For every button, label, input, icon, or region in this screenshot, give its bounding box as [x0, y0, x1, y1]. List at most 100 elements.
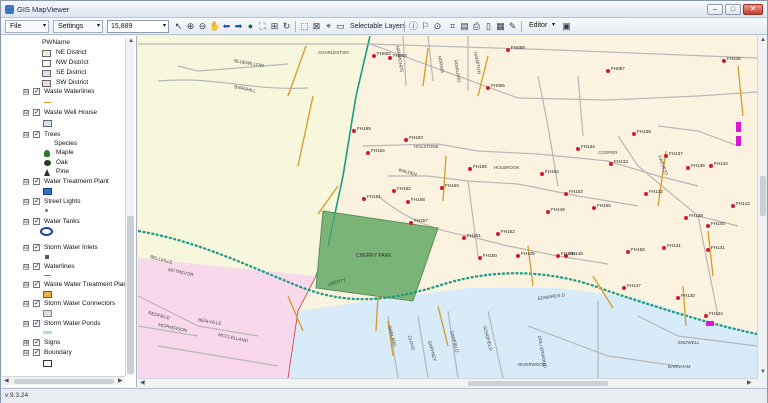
fire-hydrant-marker[interactable] — [686, 166, 690, 170]
print-icon[interactable]: ⎙ — [471, 21, 482, 32]
fire-hydrant-marker[interactable] — [632, 132, 636, 136]
layer-label-waterlines[interactable]: Waterlines — [44, 262, 74, 272]
map-horizontal-scrollbar[interactable]: ◀ ▶ — [138, 378, 757, 387]
layer-checkbox[interactable]: ✓ — [33, 320, 40, 327]
fire-hydrant-marker[interactable] — [409, 221, 413, 225]
fire-hydrant-marker[interactable] — [622, 286, 626, 290]
layer-checkbox[interactable]: ✓ — [33, 131, 40, 138]
expand-toggle[interactable]: ⊟ — [23, 199, 29, 205]
scroll-left-icon[interactable]: ◀ — [140, 380, 145, 387]
fire-hydrant-marker[interactable] — [684, 216, 688, 220]
back-arrow-icon[interactable]: ⬅ — [221, 21, 232, 32]
zoom-out-icon[interactable]: ⊖ — [197, 21, 208, 32]
fire-hydrant-marker[interactable] — [404, 138, 408, 142]
fire-hydrant-marker[interactable] — [644, 192, 648, 196]
fire-hydrant-marker[interactable] — [709, 164, 713, 168]
layer-label-boundary[interactable]: Boundary — [44, 348, 72, 358]
scroll-left-icon[interactable]: ◀ — [4, 378, 9, 385]
scroll-right-icon[interactable]: ▶ — [118, 378, 123, 385]
toc-hscroll-thumb[interactable] — [14, 379, 114, 384]
water-tank-marker[interactable] — [736, 122, 741, 132]
expand-toggle[interactable]: ⊞ — [23, 340, 29, 346]
map-scroll-thumb[interactable] — [760, 176, 766, 216]
expand-toggle[interactable]: ⊟ — [23, 245, 29, 251]
fire-hydrant-marker[interactable] — [516, 254, 520, 258]
layer-label-waste-waterlines[interactable]: Waste Waterlines — [44, 87, 94, 97]
expand-toggle[interactable]: ⊟ — [23, 321, 29, 327]
layer-checkbox[interactable]: ✓ — [33, 244, 40, 251]
document-icon[interactable]: ▯ — [483, 21, 494, 32]
layout-icon[interactable]: ▤ — [459, 21, 470, 32]
editor-menu[interactable]: Editor ▾ — [525, 20, 557, 33]
layer-checkbox[interactable]: ✓ — [33, 88, 40, 95]
forward-arrow-icon[interactable]: ➡ — [233, 21, 244, 32]
identify-icon[interactable]: ▭ — [335, 21, 346, 32]
expand-toggle[interactable]: ⊟ — [23, 89, 29, 95]
fire-hydrant-marker[interactable] — [462, 236, 466, 240]
fire-hydrant-marker[interactable] — [706, 224, 710, 228]
scale-input[interactable]: 15,889 ▾ — [107, 20, 169, 33]
fire-hydrant-marker[interactable] — [362, 197, 366, 201]
layer-label-storm-water-ponds[interactable]: Storm Water Ponds — [44, 319, 100, 329]
fire-hydrant-marker[interactable] — [546, 210, 550, 214]
fire-hydrant-marker[interactable] — [352, 129, 356, 133]
fire-hydrant-marker[interactable] — [506, 48, 510, 52]
expand-toggle[interactable]: ⊟ — [23, 110, 29, 116]
fire-hydrant-marker[interactable] — [676, 296, 680, 300]
expand-toggle[interactable]: ⊟ — [23, 132, 29, 138]
fire-hydrant-marker[interactable] — [662, 246, 666, 250]
scroll-down-icon[interactable]: ▼ — [760, 369, 766, 376]
layer-checkbox[interactable]: ✓ — [33, 109, 40, 116]
info-icon[interactable]: ⓘ — [408, 21, 419, 32]
fire-hydrant-marker[interactable] — [478, 256, 482, 260]
edit-window-icon[interactable]: ▣ — [561, 21, 572, 32]
fixed-zoom-icon[interactable]: ⊞ — [269, 21, 280, 32]
fire-hydrant-marker[interactable] — [706, 248, 710, 252]
grid-icon[interactable]: ▦ — [495, 21, 506, 32]
layer-label-water-tanks[interactable]: Water Tanks — [44, 217, 80, 227]
fire-hydrant-marker[interactable] — [564, 192, 568, 196]
fire-hydrant-marker[interactable] — [540, 172, 544, 176]
fire-hydrant-marker[interactable] — [704, 314, 708, 318]
fire-hydrant-marker[interactable] — [606, 69, 610, 73]
select-elements-icon[interactable]: ⌖ — [323, 21, 334, 32]
expand-toggle[interactable]: ⊟ — [23, 301, 29, 307]
expand-toggle[interactable]: ⊟ — [23, 264, 29, 270]
layer-checkbox[interactable]: ✓ — [33, 300, 40, 307]
fire-hydrant-marker[interactable] — [592, 206, 596, 210]
globe-icon[interactable]: ● — [245, 21, 256, 32]
fire-hydrant-marker[interactable] — [626, 250, 630, 254]
scroll-up-icon[interactable]: ▲ — [760, 37, 766, 44]
expand-toggle[interactable]: ⊟ — [23, 282, 29, 288]
select-arrow-icon[interactable]: ↖ — [173, 21, 184, 32]
file-menu[interactable]: File ▾ — [5, 20, 49, 33]
fire-hydrant-marker[interactable] — [468, 167, 472, 171]
select-features-icon[interactable]: ⬚ — [299, 21, 310, 32]
fire-hydrant-marker[interactable] — [722, 59, 726, 63]
fire-hydrant-marker[interactable] — [486, 86, 490, 90]
map-view[interactable]: CHERRY PARK CHARLESTON BLUEWILLOW BARNHI… — [138, 36, 757, 378]
water-tank-marker[interactable] — [706, 321, 714, 326]
pencil-icon[interactable]: ✎ — [507, 21, 518, 32]
fire-hydrant-marker[interactable] — [388, 56, 392, 60]
fire-hydrant-marker[interactable] — [731, 204, 735, 208]
clear-selection-icon[interactable]: ⊠ — [311, 21, 322, 32]
layer-checkbox[interactable]: ✓ — [33, 349, 40, 356]
layer-label-storm-water-inlets[interactable]: Storm Water Inlets — [44, 243, 98, 253]
measure-icon[interactable]: ⌗ — [447, 21, 458, 32]
layer-checkbox[interactable]: ✓ — [33, 218, 40, 225]
map-hscroll-thumb[interactable] — [468, 381, 608, 386]
layer-checkbox[interactable]: ✓ — [33, 178, 40, 185]
layer-checkbox[interactable]: ✓ — [33, 281, 40, 288]
fire-hydrant-marker[interactable] — [576, 147, 580, 151]
fire-hydrant-marker[interactable] — [609, 162, 613, 166]
find-icon[interactable]: ⚐ — [420, 21, 431, 32]
map-vertical-scrollbar[interactable]: ▲ ▼ — [757, 36, 767, 378]
layer-label-signs[interactable]: Signs — [44, 338, 60, 348]
full-extent-icon[interactable]: ⛶ — [257, 21, 268, 32]
fire-hydrant-marker[interactable] — [496, 232, 500, 236]
layer-checkbox[interactable]: ✓ — [33, 339, 40, 346]
fire-hydrant-marker[interactable] — [664, 154, 668, 158]
maximize-button[interactable]: □ — [725, 4, 741, 15]
water-tank-marker[interactable] — [736, 136, 741, 146]
